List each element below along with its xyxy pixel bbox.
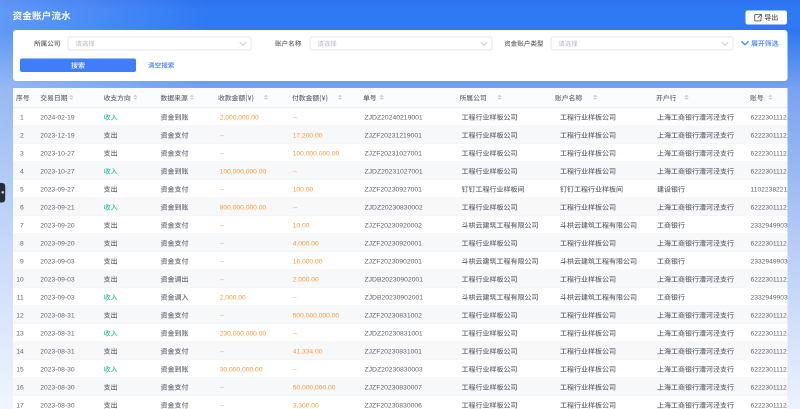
svg-text:2023-10-27: 2023-10-27 bbox=[40, 150, 75, 157]
svg-text:5: 5 bbox=[20, 186, 24, 193]
svg-text:2023-09-03: 2023-09-03 bbox=[40, 294, 75, 301]
svg-text:--: -- bbox=[220, 150, 224, 157]
svg-text:2023-09-20: 2023-09-20 bbox=[40, 222, 75, 229]
svg-text:--: -- bbox=[220, 276, 224, 283]
svg-text:16,000.00: 16,000.00 bbox=[293, 258, 323, 265]
svg-text:800,000,000.00: 800,000,000.00 bbox=[220, 204, 267, 211]
svg-text:100,000,000.00: 100,000,000.00 bbox=[220, 168, 267, 175]
svg-text:ZJZF20230920002: ZJZF20230920002 bbox=[365, 222, 423, 229]
svg-text:9: 9 bbox=[20, 258, 24, 265]
svg-text:--: -- bbox=[220, 312, 224, 319]
svg-text:--: -- bbox=[220, 186, 224, 193]
svg-text:2: 2 bbox=[20, 132, 24, 139]
svg-text:30,000,000.00: 30,000,000.00 bbox=[220, 366, 263, 373]
svg-text:2,000.00: 2,000.00 bbox=[220, 294, 246, 301]
svg-text:ZJZF20230920001: ZJZF20230920001 bbox=[365, 240, 423, 247]
svg-text:2023-09-03: 2023-09-03 bbox=[40, 258, 75, 265]
svg-text:2023-09-27: 2023-09-27 bbox=[40, 186, 75, 193]
svg-text:2023-08-31: 2023-08-31 bbox=[40, 330, 75, 337]
svg-text:ZJZF20231219001: ZJZF20231219001 bbox=[365, 132, 423, 139]
svg-text:2023-09-21: 2023-09-21 bbox=[40, 204, 75, 211]
svg-text:ZJDZ20230830002: ZJDZ20230830002 bbox=[365, 204, 423, 211]
svg-text:--: -- bbox=[220, 402, 224, 409]
svg-text:ZJDZ20240219001: ZJDZ20240219001 bbox=[365, 114, 423, 121]
svg-text:2024-02-19: 2024-02-19 bbox=[40, 114, 75, 121]
svg-text:2023-12-19: 2023-12-19 bbox=[40, 132, 75, 139]
svg-text:2,000.00: 2,000.00 bbox=[293, 276, 319, 283]
svg-text:--: -- bbox=[293, 168, 297, 175]
svg-text:ZJDB20230902001: ZJDB20230902001 bbox=[365, 276, 424, 283]
svg-text:100,000,000.00: 100,000,000.00 bbox=[293, 150, 340, 157]
svg-text:4,000.00: 4,000.00 bbox=[293, 240, 319, 247]
svg-text:--: -- bbox=[293, 204, 297, 211]
svg-text:2023-10-27: 2023-10-27 bbox=[40, 168, 75, 175]
svg-text:ZJZF20230830006: ZJZF20230830006 bbox=[365, 402, 423, 409]
svg-text:2023-09-03: 2023-09-03 bbox=[40, 276, 75, 283]
svg-text:13: 13 bbox=[16, 330, 24, 337]
svg-text:14: 14 bbox=[16, 348, 24, 355]
svg-text:2023-08-30: 2023-08-30 bbox=[40, 366, 75, 373]
svg-text:ZJZF20230831002: ZJZF20230831002 bbox=[365, 312, 423, 319]
svg-text:16: 16 bbox=[16, 384, 24, 391]
svg-text:2023-08-31: 2023-08-31 bbox=[40, 348, 75, 355]
svg-text:2023-08-30: 2023-08-30 bbox=[40, 402, 75, 409]
svg-text:100.00: 100.00 bbox=[293, 186, 314, 193]
svg-text:ZJDZ20230831001: ZJDZ20230831001 bbox=[365, 330, 423, 337]
svg-text:12: 12 bbox=[16, 312, 24, 319]
svg-text:10: 10 bbox=[16, 276, 24, 283]
svg-text:41,334.00: 41,334.00 bbox=[293, 348, 323, 355]
svg-text:6: 6 bbox=[20, 204, 24, 211]
svg-text:--: -- bbox=[220, 348, 224, 355]
svg-text:--: -- bbox=[293, 294, 297, 301]
svg-text:--: -- bbox=[293, 366, 297, 373]
svg-text:15: 15 bbox=[16, 366, 24, 373]
svg-text:--: -- bbox=[220, 384, 224, 391]
svg-text:10.00: 10.00 bbox=[293, 222, 310, 229]
svg-text:2023-08-30: 2023-08-30 bbox=[40, 384, 75, 391]
svg-text:1: 1 bbox=[20, 114, 24, 121]
svg-text:2,000,000.00: 2,000,000.00 bbox=[220, 114, 259, 121]
svg-text:3: 3 bbox=[20, 150, 24, 157]
svg-text:4: 4 bbox=[20, 168, 24, 175]
svg-text:50,000,000.00: 50,000,000.00 bbox=[293, 384, 336, 391]
svg-text:ZJDZ20230830003: ZJDZ20230830003 bbox=[365, 366, 423, 373]
svg-text:500,000,000.00: 500,000,000.00 bbox=[293, 312, 340, 319]
svg-text:ZJZF20230831001: ZJZF20230831001 bbox=[365, 348, 423, 355]
svg-text:7: 7 bbox=[20, 222, 24, 229]
svg-text:--: -- bbox=[220, 258, 224, 265]
svg-text:ZJZF20230927001: ZJZF20230927001 bbox=[365, 186, 423, 193]
svg-text:2023-09-20: 2023-09-20 bbox=[40, 240, 75, 247]
svg-text:17,200.00: 17,200.00 bbox=[293, 132, 323, 139]
svg-text:--: -- bbox=[220, 222, 224, 229]
svg-text:17: 17 bbox=[16, 402, 24, 409]
svg-text:ZJDZ20231027001: ZJDZ20231027001 bbox=[365, 168, 423, 175]
svg-text:ZJZF20230902001: ZJZF20230902001 bbox=[365, 258, 423, 265]
svg-text:--: -- bbox=[220, 132, 224, 139]
svg-text:--: -- bbox=[293, 114, 297, 121]
svg-text:ZJZF20230830007: ZJZF20230830007 bbox=[365, 384, 423, 391]
svg-text:11: 11 bbox=[17, 294, 24, 301]
svg-text:230,000,000.00: 230,000,000.00 bbox=[220, 330, 267, 337]
svg-text:ZJDB20230902001: ZJDB20230902001 bbox=[365, 294, 424, 301]
svg-text:3,300.00: 3,300.00 bbox=[293, 402, 319, 409]
svg-text:2023-08-31: 2023-08-31 bbox=[40, 312, 75, 319]
svg-text:8: 8 bbox=[20, 240, 24, 247]
svg-text:--: -- bbox=[220, 240, 224, 247]
svg-text:ZJZF20231027001: ZJZF20231027001 bbox=[365, 150, 423, 157]
svg-text:--: -- bbox=[293, 330, 297, 337]
